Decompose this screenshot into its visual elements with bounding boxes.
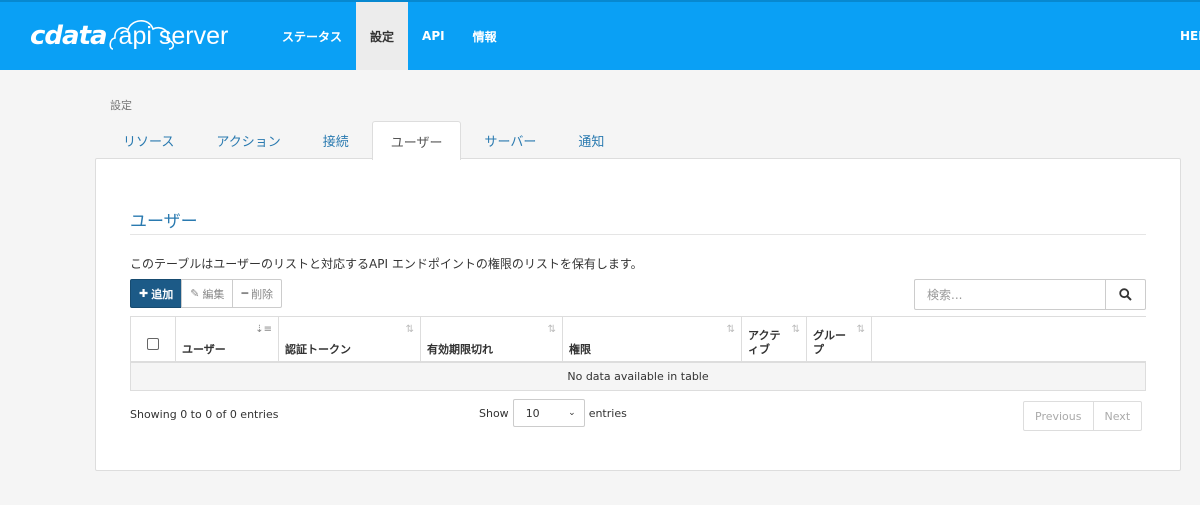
breadcrumb: 設定 (110, 99, 132, 112)
column-privileges[interactable]: 権限 ⇅ (563, 317, 742, 362)
chevron-down-icon: ⌄ (568, 408, 576, 418)
column-auth-token[interactable]: 認証トークン ⇅ (279, 317, 421, 362)
sort-icon: ⇅ (856, 324, 865, 335)
page-length-control: Show 10 ⌄ entries (479, 399, 627, 427)
delete-user-button[interactable]: ━ 削除 (232, 279, 283, 308)
sort-icon: ⇅ (547, 324, 556, 335)
settings-tabs: リソース アクション 接続 ユーザー サーバー 通知 (104, 121, 627, 160)
search-input[interactable] (914, 279, 1106, 310)
tab-users[interactable]: ユーザー (371, 121, 462, 160)
users-table: ユーザー ⇣≡ 認証トークン ⇅ 有効期限切れ ⇅ 権限 ⇅ アクテ ィブ ⇅ … (130, 316, 1146, 391)
page-length-select[interactable]: 10 ⌄ (512, 399, 585, 427)
logo-brand: cdata (30, 21, 108, 51)
main-nav: ステータス 設定 API 情報 (268, 2, 511, 70)
tab-connections[interactable]: 接続 (304, 121, 368, 159)
sort-asc-icon: ⇣≡ (255, 324, 272, 335)
add-label: 追加 (151, 287, 174, 301)
delete-label: 削除 (251, 287, 274, 301)
cdata-logo[interactable]: cdata api server (30, 14, 234, 58)
section-description: このテーブルはユーザーのリストと対応するAPI エンドポイントの権限のリストを保… (130, 257, 643, 271)
nav-settings[interactable]: 設定 (356, 2, 409, 70)
entries-label: entries (588, 406, 627, 420)
sort-icon: ⇅ (791, 324, 800, 335)
page-length-value: 10 (525, 406, 540, 420)
add-user-button[interactable]: ✚ 追加 (130, 279, 183, 308)
minus-icon: ━ (241, 287, 249, 300)
show-label: Show (479, 406, 509, 420)
tab-resources[interactable]: リソース (104, 121, 193, 159)
section-divider (130, 234, 1146, 235)
user-toolbar: ✚ 追加 ✎ 編集 ━ 削除 (130, 279, 283, 308)
sort-icon: ⇅ (405, 324, 414, 335)
previous-page-button[interactable]: Previous (1023, 401, 1094, 431)
search-button[interactable] (1105, 279, 1146, 310)
users-panel: ユーザー このテーブルはユーザーのリストと対応するAPI エンドポイントの権限の… (95, 158, 1181, 471)
column-expiration[interactable]: 有効期限切れ ⇅ (421, 317, 563, 362)
search-box (914, 279, 1146, 310)
tab-server[interactable]: サーバー (465, 121, 555, 159)
top-navbar: cdata api server ステータス 設定 API 情報 HELP (0, 0, 1200, 70)
table-info: Showing 0 to 0 of 0 entries (130, 408, 279, 421)
cloud-icon (108, 20, 174, 50)
section-title: ユーザー (130, 212, 198, 232)
edit-icon: ✎ (190, 287, 200, 300)
search-icon (1119, 288, 1132, 301)
table-header: ユーザー ⇣≡ 認証トークン ⇅ 有効期限切れ ⇅ 権限 ⇅ アクテ ィブ ⇅ … (130, 316, 1146, 363)
tab-actions[interactable]: アクション (197, 121, 299, 159)
nav-info[interactable]: 情報 (459, 2, 511, 70)
column-active[interactable]: アクテ ィブ ⇅ (742, 317, 807, 362)
select-all-checkbox[interactable] (147, 337, 159, 350)
tab-notifications[interactable]: 通知 (559, 121, 623, 159)
logo-product: api server (108, 20, 235, 51)
pagination: Previous Next (1023, 401, 1143, 431)
plus-icon: ✚ (139, 287, 149, 300)
edit-label: 編集 (202, 287, 225, 301)
sort-icon: ⇅ (726, 324, 735, 335)
column-user[interactable]: ユーザー ⇣≡ (176, 317, 279, 362)
empty-table-row: No data available in table (130, 363, 1146, 391)
select-all-column (130, 317, 176, 362)
nav-api[interactable]: API (408, 2, 459, 70)
nav-status[interactable]: ステータス (268, 2, 356, 70)
column-group[interactable]: グルー プ ⇅ (807, 317, 872, 362)
edit-user-button[interactable]: ✎ 編集 (181, 279, 234, 308)
nav-help[interactable]: HELP (1180, 2, 1200, 70)
next-page-button[interactable]: Next (1092, 401, 1143, 431)
